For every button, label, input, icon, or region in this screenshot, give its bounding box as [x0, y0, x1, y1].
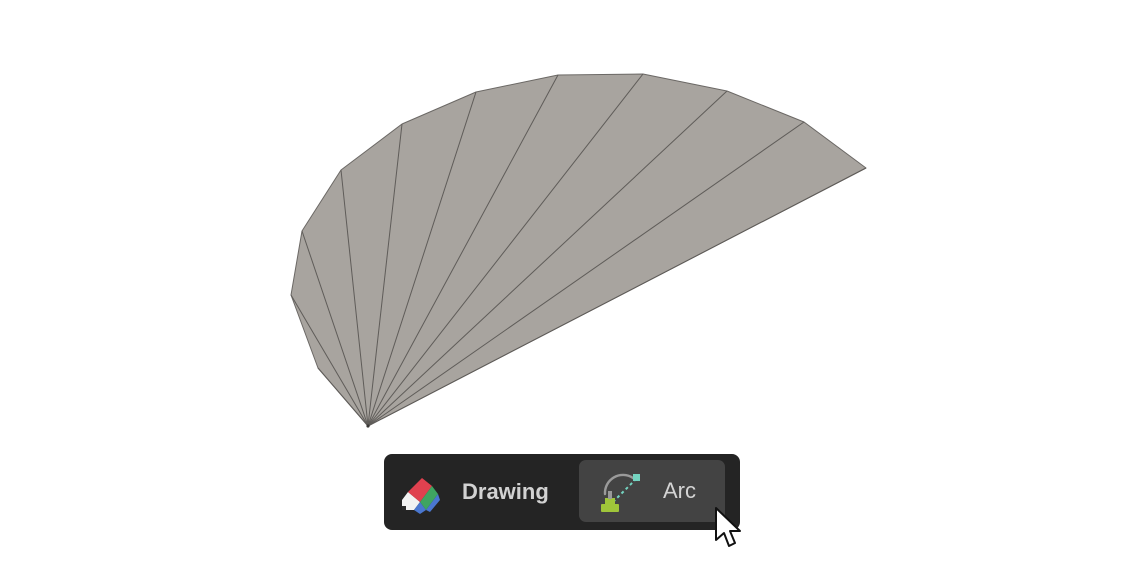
drawing-pencil-icon: [398, 472, 442, 514]
arc-surface[interactable]: [290, 73, 867, 428]
arc-face[interactable]: [290, 73, 867, 427]
arc-tool-icon: [595, 466, 645, 516]
arc-tool-label: Arc: [663, 478, 696, 503]
arc-tool-button[interactable]: Arc: [579, 460, 725, 522]
tool-toolbar: Drawing Arc: [384, 454, 740, 530]
arc-center-vertex: [366, 424, 370, 428]
category-label: Drawing: [462, 479, 549, 504]
